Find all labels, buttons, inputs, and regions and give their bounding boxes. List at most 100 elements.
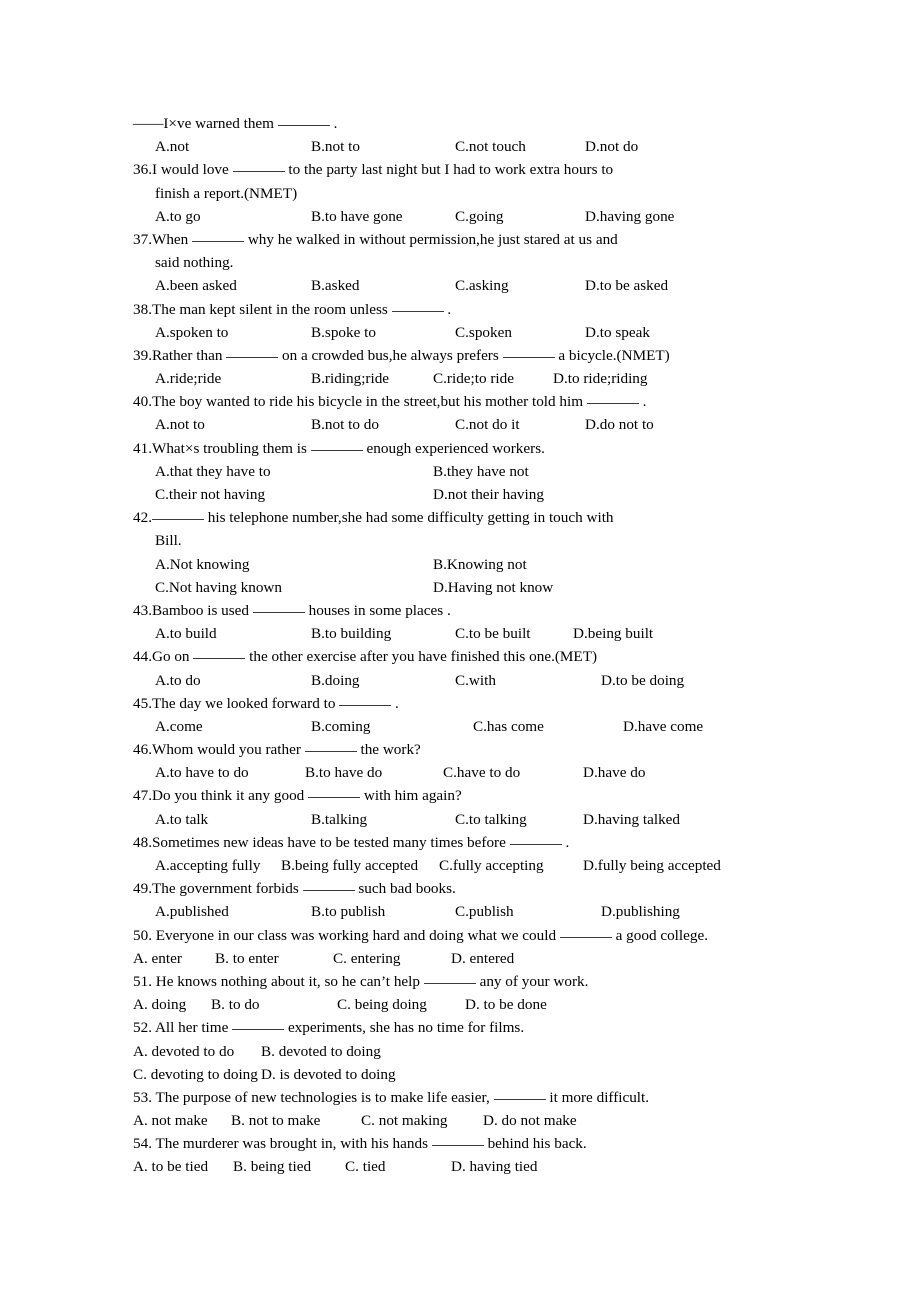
fill-in-blank[interactable] bbox=[252, 601, 305, 613]
answer-option[interactable]: A.come bbox=[155, 715, 203, 738]
answer-option[interactable]: B.coming bbox=[311, 715, 370, 738]
answer-option[interactable]: B. not to make bbox=[231, 1109, 320, 1132]
answer-option[interactable]: B.to building bbox=[311, 622, 391, 645]
answer-option[interactable]: B.spoke to bbox=[311, 321, 376, 344]
answer-option[interactable]: C. entering bbox=[333, 947, 400, 970]
fill-in-blank[interactable] bbox=[509, 833, 562, 845]
fill-in-blank[interactable] bbox=[391, 300, 444, 312]
answer-option[interactable]: C.ride;to ride bbox=[433, 367, 514, 390]
answer-option[interactable]: C.not touch bbox=[455, 135, 526, 158]
answer-option[interactable]: C.publish bbox=[455, 900, 514, 923]
fill-in-blank[interactable] bbox=[493, 1088, 546, 1100]
answer-option[interactable]: B.not to do bbox=[311, 413, 379, 436]
answer-option[interactable]: A. devoted to do bbox=[133, 1040, 234, 1063]
answer-option[interactable]: B.to have do bbox=[305, 761, 382, 784]
answer-option[interactable]: D.publishing bbox=[601, 900, 680, 923]
answer-option[interactable]: C. devoting to doing bbox=[133, 1063, 258, 1086]
answer-option[interactable]: C. not making bbox=[361, 1109, 447, 1132]
answer-option[interactable]: D. entered bbox=[451, 947, 514, 970]
answer-option[interactable]: C.with bbox=[455, 669, 496, 692]
answer-option[interactable]: A.not bbox=[155, 135, 189, 158]
answer-option[interactable]: B.doing bbox=[311, 669, 360, 692]
answer-option[interactable]: B. being tied bbox=[233, 1155, 311, 1178]
answer-option[interactable]: A. not make bbox=[133, 1109, 208, 1132]
fill-in-blank[interactable] bbox=[232, 160, 285, 173]
answer-option[interactable]: B. to do bbox=[211, 993, 260, 1016]
answer-option[interactable]: C.fully accepting bbox=[439, 854, 544, 877]
answer-option[interactable]: A.spoken to bbox=[155, 321, 228, 344]
answer-option[interactable]: C.going bbox=[455, 205, 504, 228]
fill-in-blank[interactable] bbox=[423, 972, 476, 984]
fill-in-blank[interactable] bbox=[151, 508, 204, 521]
answer-option[interactable]: C. tied bbox=[345, 1155, 386, 1178]
answer-option[interactable]: C.Not having known bbox=[155, 576, 282, 599]
fill-in-blank[interactable] bbox=[304, 740, 357, 753]
answer-option[interactable]: D.being built bbox=[573, 622, 653, 645]
answer-option[interactable]: A. enter bbox=[133, 947, 182, 970]
answer-option[interactable]: D.having talked bbox=[583, 808, 680, 831]
answer-option[interactable]: D. is devoted to doing bbox=[261, 1063, 396, 1086]
answer-option[interactable]: A.to build bbox=[155, 622, 217, 645]
fill-in-blank[interactable] bbox=[502, 346, 555, 358]
answer-option[interactable]: B.riding;ride bbox=[311, 367, 389, 390]
answer-option[interactable]: D.have do bbox=[583, 761, 645, 784]
answer-option[interactable]: D.fully being accepted bbox=[583, 854, 721, 877]
fill-in-blank[interactable] bbox=[192, 230, 245, 242]
answer-option[interactable]: D.to speak bbox=[585, 321, 650, 344]
answer-option[interactable]: B.asked bbox=[311, 274, 360, 297]
answer-option[interactable]: A.been asked bbox=[155, 274, 237, 297]
fill-in-blank[interactable] bbox=[226, 346, 279, 358]
answer-option[interactable]: B.they have not bbox=[433, 460, 529, 483]
answer-option[interactable]: D.do not to bbox=[585, 413, 654, 436]
fill-in-blank[interactable] bbox=[310, 439, 363, 451]
answer-option[interactable]: B.talking bbox=[311, 808, 367, 831]
fill-in-blank[interactable] bbox=[586, 392, 639, 405]
answer-option[interactable]: A.published bbox=[155, 900, 229, 923]
answer-option[interactable]: A.Not knowing bbox=[155, 553, 250, 576]
answer-option[interactable]: B. devoted to doing bbox=[261, 1040, 381, 1063]
answer-option[interactable]: C.to talking bbox=[455, 808, 527, 831]
answer-option[interactable]: C.has come bbox=[473, 715, 544, 738]
answer-option[interactable]: A.to go bbox=[155, 205, 201, 228]
answer-option[interactable]: C.to be built bbox=[455, 622, 531, 645]
answer-option[interactable]: D. to be done bbox=[465, 993, 547, 1016]
answer-option[interactable]: D.not their having bbox=[433, 483, 544, 506]
answer-option[interactable]: A.ride;ride bbox=[155, 367, 221, 390]
answer-option[interactable]: B.not to bbox=[311, 135, 360, 158]
answer-option[interactable]: C.not do it bbox=[455, 413, 520, 436]
answer-option[interactable]: C.spoken bbox=[455, 321, 512, 344]
answer-option[interactable]: C.asking bbox=[455, 274, 509, 297]
answer-option[interactable]: D.Having not know bbox=[433, 576, 553, 599]
answer-option[interactable]: A.to do bbox=[155, 669, 201, 692]
answer-option[interactable]: D. do not make bbox=[483, 1109, 577, 1132]
fill-in-blank[interactable] bbox=[431, 1134, 484, 1147]
answer-option[interactable]: C. being doing bbox=[337, 993, 427, 1016]
answer-option[interactable]: D.to be asked bbox=[585, 274, 668, 297]
fill-in-blank[interactable] bbox=[302, 879, 355, 892]
answer-option[interactable]: D.to be doing bbox=[601, 669, 684, 692]
answer-option[interactable]: B.being fully accepted bbox=[281, 854, 418, 877]
answer-option[interactable]: B.to publish bbox=[311, 900, 385, 923]
answer-option[interactable]: A. doing bbox=[133, 993, 186, 1016]
answer-option[interactable]: C.have to do bbox=[443, 761, 520, 784]
answer-option[interactable]: D. having tied bbox=[451, 1155, 537, 1178]
answer-option[interactable]: C.their not having bbox=[155, 483, 265, 506]
answer-option[interactable]: B.Knowing not bbox=[433, 553, 527, 576]
fill-in-blank[interactable] bbox=[339, 694, 392, 706]
answer-option[interactable]: A.accepting fully bbox=[155, 854, 260, 877]
answer-option[interactable]: A.to have to do bbox=[155, 761, 249, 784]
answer-option[interactable]: A. to be tied bbox=[133, 1155, 208, 1178]
answer-option[interactable]: D.not do bbox=[585, 135, 638, 158]
answer-option[interactable]: B.to have gone bbox=[311, 205, 403, 228]
answer-option[interactable]: D.have come bbox=[623, 715, 703, 738]
answer-option[interactable]: A.to talk bbox=[155, 808, 208, 831]
fill-in-blank[interactable] bbox=[277, 114, 330, 126]
answer-option[interactable]: B. to enter bbox=[215, 947, 279, 970]
answer-option[interactable]: A.not to bbox=[155, 413, 205, 436]
fill-in-blank[interactable] bbox=[559, 926, 612, 938]
answer-option[interactable]: A.that they have to bbox=[155, 460, 271, 483]
answer-option[interactable]: D.having gone bbox=[585, 205, 674, 228]
answer-option[interactable]: D.to ride;riding bbox=[553, 367, 647, 390]
fill-in-blank[interactable] bbox=[232, 1018, 285, 1031]
fill-in-blank[interactable] bbox=[308, 786, 361, 799]
